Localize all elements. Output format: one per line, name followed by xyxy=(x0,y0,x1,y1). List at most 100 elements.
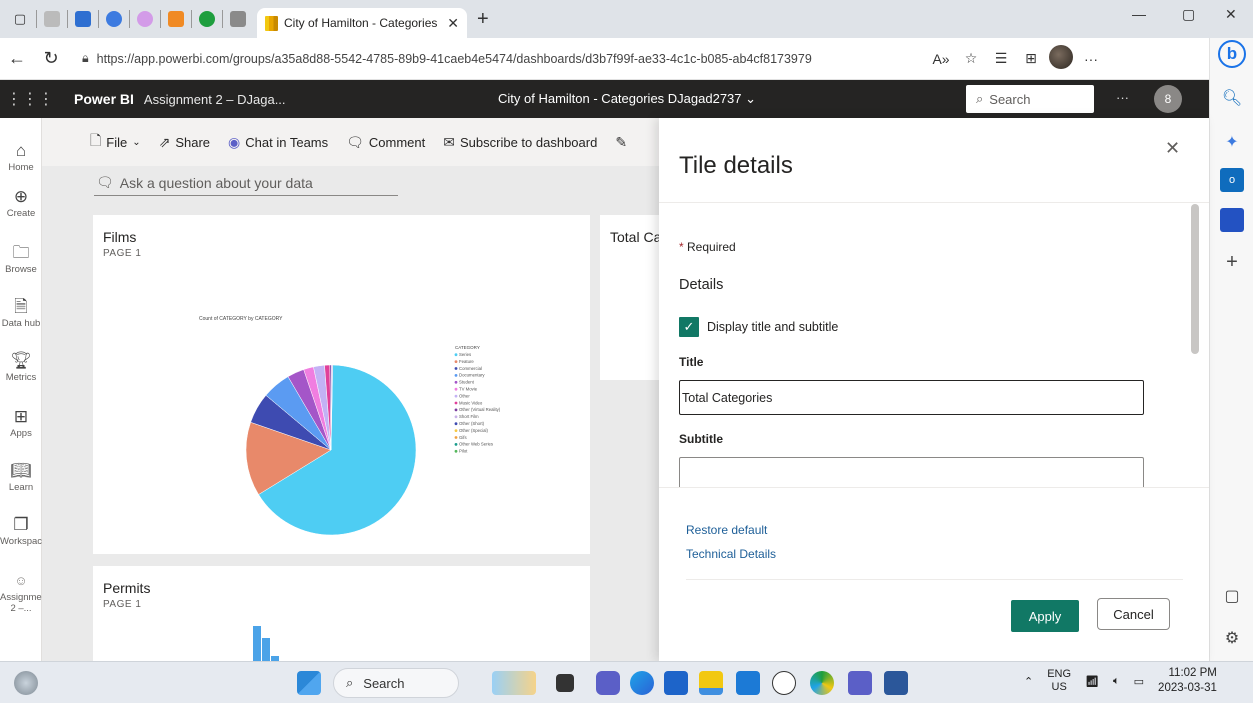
pinned-tab-icon[interactable] xyxy=(199,11,215,27)
nav-item-assignment[interactable]: ☺ Assignment 2 –... xyxy=(0,570,50,614)
avatar[interactable]: 8 xyxy=(1154,85,1182,113)
teams-chat-icon[interactable] xyxy=(596,671,620,695)
read-aloud-icon[interactable]: A» xyxy=(926,51,956,67)
battery-icon[interactable]: ▭ xyxy=(1134,675,1144,688)
volume-icon[interactable]: 🔈︎ xyxy=(1113,675,1120,688)
divider xyxy=(659,202,1209,203)
legend-item: Other (Short) xyxy=(459,421,485,426)
nav-item-metrics[interactable]: 🏆︎ Metrics xyxy=(0,350,42,383)
comment-icon: 🗨︎ xyxy=(346,133,364,150)
subscribe-button[interactable]: ✉ Subscribe to dashboard xyxy=(443,134,597,151)
taskbar-search[interactable]: ⌕ Search xyxy=(333,668,459,698)
tile-permits[interactable]: Permits PAGE 1 xyxy=(93,566,590,661)
refresh-icon[interactable]: ↻ xyxy=(34,48,68,69)
nav-item-apps[interactable]: ⊞ Apps xyxy=(0,406,42,439)
weather-icon[interactable] xyxy=(14,671,38,695)
panel-scrollbar[interactable] xyxy=(1191,204,1199,354)
more-options-icon[interactable]: ··· xyxy=(1116,90,1129,105)
clock[interactable]: 11:02 PM 2023-03-31 xyxy=(1158,666,1217,696)
nav-item-learn[interactable]: 📖︎ Learn xyxy=(0,460,42,493)
pinned-tab-icon[interactable] xyxy=(106,11,122,27)
pencil-icon: ✎ xyxy=(615,133,628,150)
favorite-star-icon[interactable]: ☆ xyxy=(956,50,986,67)
address-bar[interactable]: 🔒︎ https://app.powerbi.com/groups/a35a8d… xyxy=(76,44,926,74)
dell-icon[interactable] xyxy=(772,671,796,695)
legend-item: Short Film xyxy=(459,414,479,419)
widget-icon[interactable] xyxy=(492,671,536,695)
powerbi-header: ⋮⋮⋮ Power BI Assignment 2 – DJaga... Cit… xyxy=(0,80,1209,118)
file-explorer-icon[interactable] xyxy=(699,671,723,695)
language-indicator[interactable]: ENG US xyxy=(1047,668,1071,694)
task-view-icon[interactable] xyxy=(556,674,574,692)
edge-browser-icon[interactable] xyxy=(630,671,654,695)
collections-icon[interactable]: ⊞ xyxy=(1016,50,1046,67)
wifi-icon[interactable]: 📶︎ xyxy=(1085,675,1099,688)
tools-icon[interactable]: ✦ xyxy=(1220,130,1244,154)
profile-icon[interactable] xyxy=(1046,45,1076,72)
pinned-tab-icon[interactable] xyxy=(168,11,184,27)
sidebar-toggle-icon[interactable]: ▢ xyxy=(1220,584,1244,608)
share-button[interactable]: ⇗ Share xyxy=(159,134,210,151)
pinned-tab-icon[interactable] xyxy=(137,11,153,27)
outlook-app-icon[interactable] xyxy=(736,671,760,695)
teams-app-icon[interactable] xyxy=(848,671,872,695)
nav-item-home[interactable]: ⌂ Home xyxy=(0,140,42,173)
apply-button[interactable]: Apply xyxy=(1011,600,1079,632)
nav-item-browse[interactable]: 🗀 Browse xyxy=(0,242,42,275)
legend-marker xyxy=(454,380,458,384)
store-icon[interactable] xyxy=(664,671,688,695)
more-options-icon[interactable]: ··· xyxy=(1076,51,1106,67)
chevron-up-icon[interactable]: ⌃ xyxy=(1024,675,1033,688)
restore-default-link[interactable]: Restore default xyxy=(686,523,767,537)
chat-in-teams-button[interactable]: ◉ Chat in Teams xyxy=(228,134,328,151)
legend-marker xyxy=(454,408,458,412)
edge-sidebar: b 🔍︎ ✦ o + ▢ ⚙ xyxy=(1209,38,1253,661)
outlook-icon[interactable]: o xyxy=(1220,168,1244,192)
nav-item-create[interactable]: ⊕ Create xyxy=(0,186,42,219)
active-browser-tab[interactable]: City of Hamilton - Categories DJ... ✕ xyxy=(257,8,467,38)
legend-item: Other xyxy=(459,393,470,398)
app-launcher-icon[interactable]: ⋮⋮⋮ xyxy=(6,89,54,109)
favorites-list-icon[interactable]: ☰ xyxy=(986,50,1016,67)
cancel-button[interactable]: Cancel xyxy=(1097,598,1170,630)
close-tab-icon[interactable]: ✕ xyxy=(447,15,459,32)
tile-films[interactable]: Films PAGE 1 Count of CATEGORY by CATEGO… xyxy=(93,215,590,554)
pinned-tab-icon[interactable] xyxy=(230,11,246,27)
search-icon[interactable]: 🔍︎ xyxy=(1220,86,1244,110)
new-tab-icon[interactable]: + xyxy=(477,8,489,31)
bing-chat-icon[interactable]: b xyxy=(1218,40,1246,68)
restore-window-icon[interactable]: ▢ xyxy=(1182,6,1195,23)
legend-marker xyxy=(454,360,458,363)
back-arrow-icon[interactable]: ← xyxy=(0,48,34,69)
display-title-checkbox-row[interactable]: ✓ Display title and subtitle xyxy=(679,317,838,337)
word-icon[interactable] xyxy=(884,671,908,695)
technical-details-link[interactable]: Technical Details xyxy=(686,547,776,561)
minimize-icon[interactable]: — xyxy=(1132,6,1146,22)
settings-gear-icon[interactable]: ⚙ xyxy=(1220,626,1244,650)
workspace-breadcrumb[interactable]: Assignment 2 – DJaga... xyxy=(144,92,286,107)
pinned-tab-icon[interactable] xyxy=(44,11,60,27)
search-input[interactable]: ⌕ Search xyxy=(966,85,1094,113)
office-icon[interactable] xyxy=(1220,208,1244,232)
edit-button[interactable]: ✎ xyxy=(615,134,627,151)
chrome-icon[interactable] xyxy=(810,671,834,695)
close-window-icon[interactable]: ✕ xyxy=(1225,6,1237,23)
dashboard-title-dropdown[interactable]: City of Hamilton - Categories DJagad2737… xyxy=(498,91,756,107)
app-name[interactable]: Power BI xyxy=(74,91,134,107)
display-title-checkbox[interactable]: ✓ xyxy=(679,317,699,337)
legend-item: Music Video xyxy=(459,400,483,405)
close-icon[interactable]: ✕ xyxy=(1165,138,1180,159)
qna-input[interactable]: 🗨︎ Ask a question about your data xyxy=(94,170,398,196)
tile-total-categories[interactable]: Total Ca xyxy=(600,215,659,380)
pinned-tab-icon[interactable] xyxy=(75,11,91,27)
comment-button[interactable]: 🗨︎ Comment xyxy=(346,134,425,151)
windows-start-icon[interactable] xyxy=(297,671,321,695)
title-input[interactable] xyxy=(679,380,1144,415)
legend-item: Series xyxy=(459,352,471,357)
add-sidebar-app-icon[interactable]: + xyxy=(1220,250,1244,274)
file-menu[interactable]: 🗋 File ⌄ xyxy=(90,130,141,154)
nav-item-data-hub[interactable]: 🗎 Data hub xyxy=(0,296,42,329)
tab-actions-icon[interactable]: ▢ xyxy=(6,5,34,33)
nav-item-workspaces[interactable]: ❐ Workspaces xyxy=(0,514,52,547)
search-placeholder: Search xyxy=(989,91,1031,107)
